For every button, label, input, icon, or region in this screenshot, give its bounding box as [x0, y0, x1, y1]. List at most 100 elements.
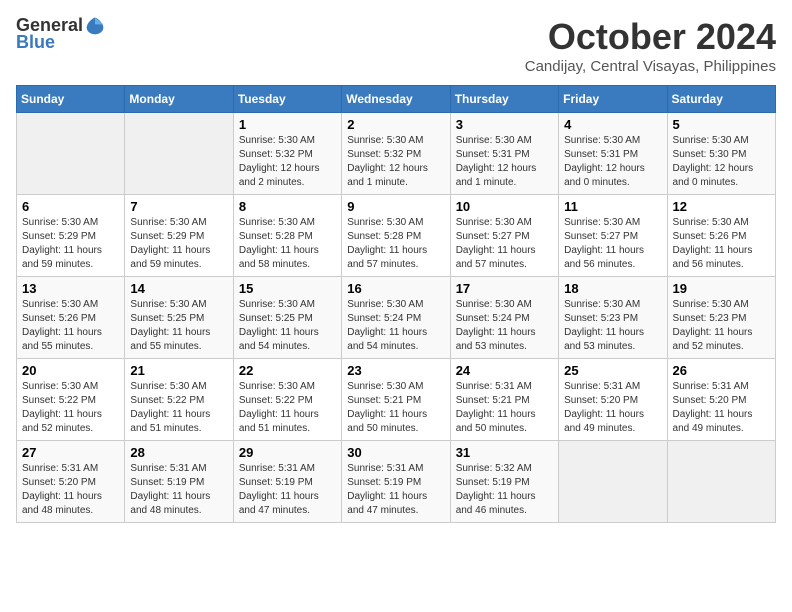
day-number: 23 [347, 363, 444, 378]
day-info: Sunrise: 5:31 AM Sunset: 5:19 PM Dayligh… [130, 462, 227, 518]
day-info: Sunrise: 5:30 AM Sunset: 5:24 PM Dayligh… [456, 298, 553, 354]
day-header-monday: Monday [125, 86, 233, 113]
day-info: Sunrise: 5:31 AM Sunset: 5:20 PM Dayligh… [673, 380, 770, 436]
day-number: 11 [564, 199, 661, 214]
calendar-cell: 4 Sunrise: 5:30 AM Sunset: 5:31 PM Daylig… [559, 113, 667, 195]
day-info: Sunrise: 5:31 AM Sunset: 5:20 PM Dayligh… [22, 462, 119, 518]
day-number: 27 [22, 445, 119, 460]
day-info: Sunrise: 5:30 AM Sunset: 5:21 PM Dayligh… [347, 380, 444, 436]
day-header-friday: Friday [559, 86, 667, 113]
day-number: 31 [456, 445, 553, 460]
day-info: Sunrise: 5:30 AM Sunset: 5:29 PM Dayligh… [22, 216, 119, 272]
calendar-week-1: 1 Sunrise: 5:30 AM Sunset: 5:32 PM Daylig… [17, 113, 776, 195]
calendar-cell: 31Sunrise: 5:32 AM Sunset: 5:19 PM Dayli… [450, 441, 558, 523]
calendar-table: SundayMondayTuesdayWednesdayThursdayFrid… [16, 85, 776, 523]
logo: General Blue [16, 16, 105, 53]
day-info: Sunrise: 5:30 AM Sunset: 5:30 PM Dayligh… [673, 134, 770, 190]
day-info: Sunrise: 5:30 AM Sunset: 5:27 PM Dayligh… [456, 216, 553, 272]
day-info: Sunrise: 5:30 AM Sunset: 5:22 PM Dayligh… [239, 380, 336, 436]
day-number: 9 [347, 199, 444, 214]
day-number: 30 [347, 445, 444, 460]
calendar-cell: 14 Sunrise: 5:30 AM Sunset: 5:25 PM Dayli… [125, 277, 233, 359]
calendar-cell: 3Sunrise: 5:30 AM Sunset: 5:31 PM Daylig… [450, 113, 558, 195]
day-number: 3 [456, 117, 553, 132]
day-number: 20 [22, 363, 119, 378]
day-number: 12 [673, 199, 770, 214]
calendar-cell: 30 Sunrise: 5:31 AM Sunset: 5:19 PM Dayli… [342, 441, 450, 523]
day-number: 6 [22, 199, 119, 214]
logo-icon [85, 16, 105, 36]
day-header-tuesday: Tuesday [233, 86, 341, 113]
day-info: Sunrise: 5:30 AM Sunset: 5:23 PM Dayligh… [564, 298, 661, 354]
day-info: Sunrise: 5:30 AM Sunset: 5:28 PM Dayligh… [239, 216, 336, 272]
day-info: Sunrise: 5:30 AM Sunset: 5:32 PM Dayligh… [347, 134, 444, 190]
calendar-cell: 28 Sunrise: 5:31 AM Sunset: 5:19 PM Dayli… [125, 441, 233, 523]
title-section: October 2024 Candijay, Central Visayas, … [525, 16, 776, 75]
day-info: Sunrise: 5:31 AM Sunset: 5:19 PM Dayligh… [239, 462, 336, 518]
calendar-cell: 13Sunrise: 5:30 AM Sunset: 5:26 PM Dayli… [17, 277, 125, 359]
calendar-cell: 24 Sunrise: 5:31 AM Sunset: 5:21 PM Dayli… [450, 359, 558, 441]
calendar-cell [17, 113, 125, 195]
day-number: 14 [130, 281, 227, 296]
calendar-cell: 27 Sunrise: 5:31 AM Sunset: 5:20 PM Dayli… [17, 441, 125, 523]
calendar-cell: 12 Sunrise: 5:30 AM Sunset: 5:26 PM Dayli… [667, 195, 775, 277]
day-number: 15 [239, 281, 336, 296]
day-info: Sunrise: 5:30 AM Sunset: 5:29 PM Dayligh… [130, 216, 227, 272]
day-number: 17 [456, 281, 553, 296]
calendar-cell: 16Sunrise: 5:30 AM Sunset: 5:24 PM Dayli… [342, 277, 450, 359]
day-info: Sunrise: 5:31 AM Sunset: 5:20 PM Dayligh… [564, 380, 661, 436]
calendar-week-5: 27 Sunrise: 5:31 AM Sunset: 5:20 PM Dayli… [17, 441, 776, 523]
calendar-cell: 26 Sunrise: 5:31 AM Sunset: 5:20 PM Dayli… [667, 359, 775, 441]
calendar-cell: 23 Sunrise: 5:30 AM Sunset: 5:21 PM Dayli… [342, 359, 450, 441]
day-number: 5 [673, 117, 770, 132]
calendar-cell: 17 Sunrise: 5:30 AM Sunset: 5:24 PM Dayli… [450, 277, 558, 359]
day-header-wednesday: Wednesday [342, 86, 450, 113]
day-info: Sunrise: 5:30 AM Sunset: 5:24 PM Dayligh… [347, 298, 444, 354]
page-header: General Blue October 2024 Candijay, Cent… [16, 16, 776, 75]
calendar-cell: 6 Sunrise: 5:30 AM Sunset: 5:29 PM Daylig… [17, 195, 125, 277]
day-number: 25 [564, 363, 661, 378]
day-info: Sunrise: 5:30 AM Sunset: 5:22 PM Dayligh… [130, 380, 227, 436]
calendar-cell: 11 Sunrise: 5:30 AM Sunset: 5:27 PM Dayli… [559, 195, 667, 277]
calendar-cell [559, 441, 667, 523]
calendar-week-4: 20 Sunrise: 5:30 AM Sunset: 5:22 PM Dayli… [17, 359, 776, 441]
day-number: 18 [564, 281, 661, 296]
day-number: 21 [130, 363, 227, 378]
day-header-thursday: Thursday [450, 86, 558, 113]
calendar-week-2: 6 Sunrise: 5:30 AM Sunset: 5:29 PM Daylig… [17, 195, 776, 277]
day-info: Sunrise: 5:30 AM Sunset: 5:23 PM Dayligh… [673, 298, 770, 354]
day-info: Sunrise: 5:30 AM Sunset: 5:32 PM Dayligh… [239, 134, 336, 190]
day-number: 26 [673, 363, 770, 378]
day-info: Sunrise: 5:30 AM Sunset: 5:22 PM Dayligh… [22, 380, 119, 436]
day-header-sunday: Sunday [17, 86, 125, 113]
calendar-cell: 2Sunrise: 5:30 AM Sunset: 5:32 PM Daylig… [342, 113, 450, 195]
calendar-header: SundayMondayTuesdayWednesdayThursdayFrid… [17, 86, 776, 113]
day-info: Sunrise: 5:31 AM Sunset: 5:19 PM Dayligh… [347, 462, 444, 518]
calendar-cell: 20 Sunrise: 5:30 AM Sunset: 5:22 PM Dayli… [17, 359, 125, 441]
day-number: 4 [564, 117, 661, 132]
calendar-cell: 1 Sunrise: 5:30 AM Sunset: 5:32 PM Daylig… [233, 113, 341, 195]
day-number: 22 [239, 363, 336, 378]
day-number: 7 [130, 199, 227, 214]
day-number: 28 [130, 445, 227, 460]
day-info: Sunrise: 5:30 AM Sunset: 5:27 PM Dayligh… [564, 216, 661, 272]
day-number: 10 [456, 199, 553, 214]
day-info: Sunrise: 5:31 AM Sunset: 5:21 PM Dayligh… [456, 380, 553, 436]
calendar-cell: 21 Sunrise: 5:30 AM Sunset: 5:22 PM Dayli… [125, 359, 233, 441]
day-info: Sunrise: 5:30 AM Sunset: 5:25 PM Dayligh… [130, 298, 227, 354]
day-number: 19 [673, 281, 770, 296]
calendar-week-3: 13Sunrise: 5:30 AM Sunset: 5:26 PM Dayli… [17, 277, 776, 359]
day-number: 24 [456, 363, 553, 378]
day-info: Sunrise: 5:30 AM Sunset: 5:31 PM Dayligh… [564, 134, 661, 190]
calendar-cell [125, 113, 233, 195]
calendar-cell: 19 Sunrise: 5:30 AM Sunset: 5:23 PM Dayli… [667, 277, 775, 359]
calendar-cell: 5 Sunrise: 5:30 AM Sunset: 5:30 PM Daylig… [667, 113, 775, 195]
day-number: 1 [239, 117, 336, 132]
location: Candijay, Central Visayas, Philippines [525, 58, 776, 75]
day-info: Sunrise: 5:30 AM Sunset: 5:26 PM Dayligh… [673, 216, 770, 272]
calendar-cell: 9Sunrise: 5:30 AM Sunset: 5:28 PM Daylig… [342, 195, 450, 277]
day-header-saturday: Saturday [667, 86, 775, 113]
calendar-cell: 7 Sunrise: 5:30 AM Sunset: 5:29 PM Daylig… [125, 195, 233, 277]
calendar-cell: 8Sunrise: 5:30 AM Sunset: 5:28 PM Daylig… [233, 195, 341, 277]
header-row: SundayMondayTuesdayWednesdayThursdayFrid… [17, 86, 776, 113]
